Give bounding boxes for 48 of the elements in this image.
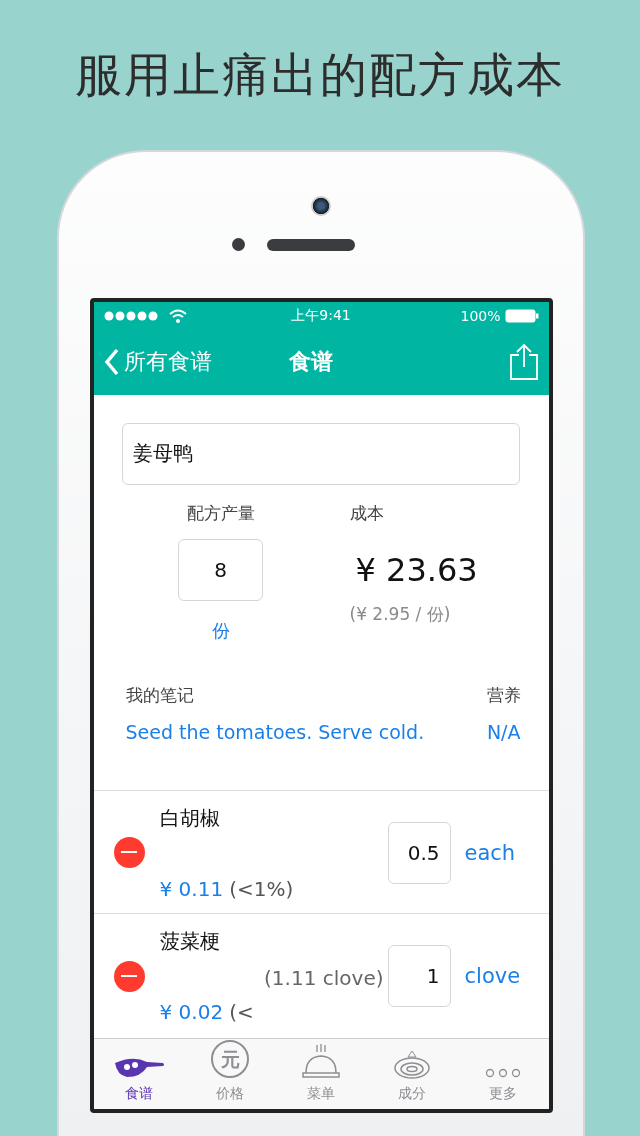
notes-link[interactable]: Seed the tomatoes. Serve cold. <box>125 720 425 743</box>
battery-percent: 100% <box>460 307 501 324</box>
cost-per-serving: (¥ 2.95 / 份) <box>349 602 451 626</box>
minus-icon <box>121 974 137 978</box>
yield-label: 配方产量 <box>186 501 255 525</box>
tab-bar-item[interactable]: 元 价格 <box>184 1039 276 1109</box>
quantity-field[interactable]: 1 <box>387 945 451 1008</box>
unit-link[interactable]: each <box>450 840 549 865</box>
nutrition-link[interactable]: N/A <box>486 720 521 743</box>
ingredient-price: ¥ 0.11 <box>159 876 224 901</box>
ingredient-name: 白胡椒 <box>159 804 221 832</box>
share-icon[interactable] <box>508 343 539 382</box>
wifi-icon <box>168 308 187 323</box>
coin-icon: 元 <box>210 1039 250 1079</box>
back-button[interactable]: 所有食谱 <box>103 347 289 378</box>
camera-icon <box>311 196 331 216</box>
cloche-icon <box>302 1043 340 1079</box>
yield-field[interactable]: 8 <box>178 538 263 601</box>
yield-unit-link[interactable]: 份 <box>211 618 230 643</box>
notes-label: 我的笔记 <box>125 683 194 707</box>
speaker-icon <box>266 238 355 251</box>
status-time: 上午9:41 <box>291 306 351 325</box>
tab-bar-item[interactable]: 成分 <box>366 1039 458 1109</box>
battery-icon <box>504 308 539 323</box>
ingredient-price: ¥ 0.02 <box>159 1000 224 1025</box>
nutrition-label: 营养 <box>486 683 521 707</box>
ingredient-name: 菠菜梗 <box>159 928 221 956</box>
onion-icon <box>393 1049 431 1079</box>
nav-title: 食谱 <box>288 348 334 377</box>
tab-bar-item[interactable]: 菜单 <box>275 1039 367 1109</box>
headline: 服用止痛出的配方成本 <box>75 45 565 104</box>
minus-icon <box>121 851 137 855</box>
more-icon <box>485 1067 521 1079</box>
signal-icon <box>103 310 159 321</box>
recipe-name-field[interactable]: 姜母鸭 <box>121 422 520 485</box>
cost-share: (<1%) <box>229 876 294 901</box>
tab-bar-item[interactable]: 食谱 <box>93 1039 185 1109</box>
total-cost: ¥ 23.63 <box>355 550 478 589</box>
cost-share: (< <box>229 1000 254 1025</box>
remove-button[interactable] <box>113 837 145 869</box>
remove-button[interactable] <box>113 960 145 992</box>
sensor-icon <box>231 238 245 251</box>
cost-label: 成本 <box>349 501 384 525</box>
quantity-field[interactable]: 0.5 <box>387 821 451 884</box>
tab-bar-item[interactable]: 更多 <box>457 1039 549 1109</box>
chevron-left-icon <box>103 348 120 377</box>
unit-link[interactable]: clove <box>450 964 549 989</box>
unit-conversion: (1.11 clove) <box>264 965 385 990</box>
